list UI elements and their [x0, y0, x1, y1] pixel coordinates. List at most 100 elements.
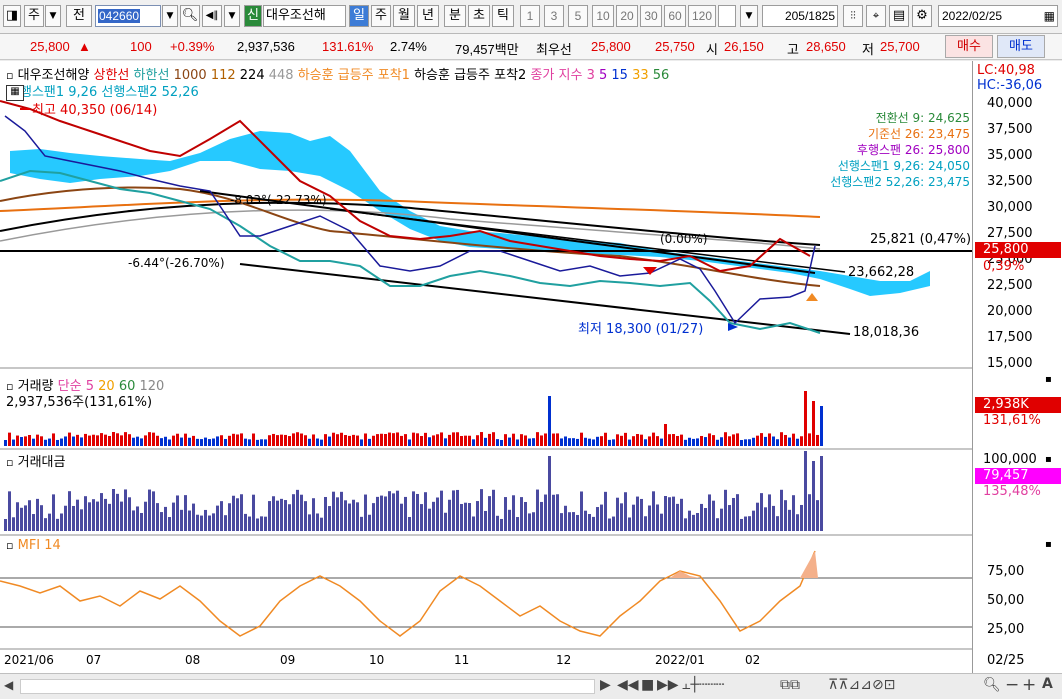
volume-bar — [480, 432, 483, 446]
count-field[interactable]: 205/1825 — [762, 5, 838, 27]
amount-bar — [516, 517, 519, 531]
play-icon[interactable]: ▶ — [600, 677, 611, 693]
volume-bar — [512, 433, 515, 446]
layout-icon[interactable]: ⧉⧉ — [780, 677, 800, 693]
candle-icon[interactable]: ⫶⫶ — [843, 5, 863, 27]
interval-10[interactable]: 10 — [592, 5, 614, 27]
amount-bar — [344, 500, 347, 531]
close-panel-icon[interactable]: ▪ — [1045, 539, 1052, 550]
interval-5[interactable]: 5 — [568, 5, 588, 27]
amount-bar — [168, 517, 171, 531]
amount-bar — [512, 495, 515, 531]
item-select[interactable]: 주 — [24, 5, 44, 27]
trade-amount: 79,457백만 — [455, 42, 519, 57]
chart-area[interactable]: ▫ 대우조선해양 상한선 하한선 1000 112 224 448 하승훈 급등… — [0, 61, 1062, 673]
volume-pct-tag: 131,61% — [983, 413, 1041, 428]
amount-bar — [660, 513, 663, 531]
tab-week[interactable]: 주 — [371, 5, 391, 27]
up-arrow-icon: ▲ — [78, 39, 91, 54]
interval-30[interactable]: 30 — [640, 5, 662, 27]
volume-bar — [468, 435, 471, 446]
volume-bar — [640, 434, 643, 446]
tab-month[interactable]: 월 — [393, 5, 415, 27]
tab-year[interactable]: 년 — [417, 5, 439, 27]
amount-bar — [820, 456, 823, 531]
interval-20[interactable]: 20 — [616, 5, 638, 27]
tab-tick[interactable]: 틱 — [492, 5, 514, 27]
volume-bar — [308, 438, 311, 446]
amount-bar — [280, 498, 283, 531]
volume-bar — [232, 433, 235, 446]
interval-60[interactable]: 60 — [664, 5, 686, 27]
volume-bar — [340, 432, 343, 446]
chevron-down-icon[interactable]: ▼ — [224, 5, 240, 27]
volume-bar — [288, 436, 291, 446]
amount-bar — [452, 490, 455, 531]
amount-bar — [576, 514, 579, 531]
tab-day[interactable]: 일 — [349, 5, 369, 27]
sell-button[interactable]: 매도 — [997, 35, 1045, 58]
prev-button[interactable]: 전 — [66, 5, 92, 27]
amount-bar — [688, 510, 691, 531]
chevron-down-icon[interactable]: ▼ — [740, 5, 758, 27]
volume-bar — [132, 437, 135, 446]
amount-bar — [100, 493, 103, 531]
interval-1[interactable]: 1 — [520, 5, 540, 27]
amount-tag: 79,457 — [975, 468, 1061, 484]
toolbar: ◨ 주 ▼ 전 042660 ▼ 🔍︎ ◀‖ ▼ 신 대우조선해 일 주 월 년… — [0, 0, 1062, 34]
calendar-icon[interactable]: ▦ — [6, 85, 24, 101]
amount-bar — [568, 512, 571, 531]
stop-icon[interactable]: ■ — [641, 677, 654, 693]
tab-minute[interactable]: 분 — [444, 5, 466, 27]
buy-button[interactable]: 매수 — [945, 35, 993, 58]
close-panel-icon[interactable]: ▪ — [1045, 374, 1052, 385]
search-icon[interactable]: 🔍︎ — [180, 5, 200, 27]
zoom-out-icon[interactable]: − — [1005, 675, 1019, 695]
code-dropdown-icon[interactable]: ▼ — [162, 5, 178, 27]
scrollbar[interactable] — [20, 679, 595, 694]
close-panel-icon[interactable]: ▪ — [1045, 454, 1052, 465]
price-axis[interactable]: LC:40,98 HC:-36,06 40,000 37,500 35,000 32,… — [972, 61, 1062, 673]
interval-3[interactable]: 3 — [544, 5, 564, 27]
forward-icon[interactable]: ▶▶ — [657, 677, 679, 693]
scroll-left-icon[interactable]: ◀ — [4, 678, 13, 692]
chart-canvas[interactable] — [0, 61, 972, 673]
volume-bar — [72, 436, 75, 446]
calendar-icon[interactable]: ▦ — [1044, 6, 1055, 26]
window-icon[interactable]: ◨ — [3, 5, 21, 27]
stock-name-field[interactable]: 대우조선해 — [263, 5, 346, 27]
new-badge[interactable]: 신 — [244, 5, 262, 27]
save-icon[interactable]: ▤ — [889, 5, 909, 27]
gear-icon[interactable]: ⚙ — [912, 5, 932, 27]
volume-bar — [608, 439, 611, 446]
date-field[interactable]: 2022/02/25 ▦ — [938, 5, 1058, 27]
tab-second[interactable]: 초 — [468, 5, 490, 27]
volume-bar — [776, 439, 779, 446]
amount-bar — [636, 496, 639, 531]
amount-bar — [800, 504, 803, 531]
amount-bar — [64, 505, 67, 531]
volume: 2,937,536 — [237, 39, 295, 54]
font-size-icon[interactable]: A — [1042, 676, 1053, 692]
amount-bar — [468, 503, 471, 531]
zoom-in-icon[interactable]: + — [1022, 675, 1036, 695]
amount-bar — [8, 491, 11, 531]
volume-bar — [800, 436, 803, 446]
interval-custom-field[interactable] — [718, 5, 736, 27]
legend-n3: 3 — [586, 68, 595, 83]
volume-bar — [404, 434, 407, 446]
interval-120[interactable]: 120 — [688, 5, 716, 27]
zoom-slider-icon[interactable]: ⫠┼┄┄┄ — [682, 677, 724, 693]
amount-bar — [332, 491, 335, 531]
legend-signal2: 하승훈 급등주 포착2 — [414, 68, 527, 83]
zoom-icon[interactable]: 🔍︎ — [983, 677, 1001, 693]
chevron-down-icon[interactable]: ▼ — [45, 5, 61, 27]
draw-tools-icon[interactable]: ⊼⊼⊿⊿⊘⊡ — [828, 677, 895, 693]
volume-bar — [216, 436, 219, 446]
volume-bar — [760, 433, 763, 446]
speaker-icon[interactable]: ◀‖ — [202, 5, 222, 27]
rewind-icon[interactable]: ◀◀ — [617, 677, 639, 693]
crosshair-icon[interactable]: ⌖ — [866, 5, 886, 27]
volume-bar — [580, 432, 583, 446]
code-input[interactable]: 042660 — [95, 5, 161, 27]
